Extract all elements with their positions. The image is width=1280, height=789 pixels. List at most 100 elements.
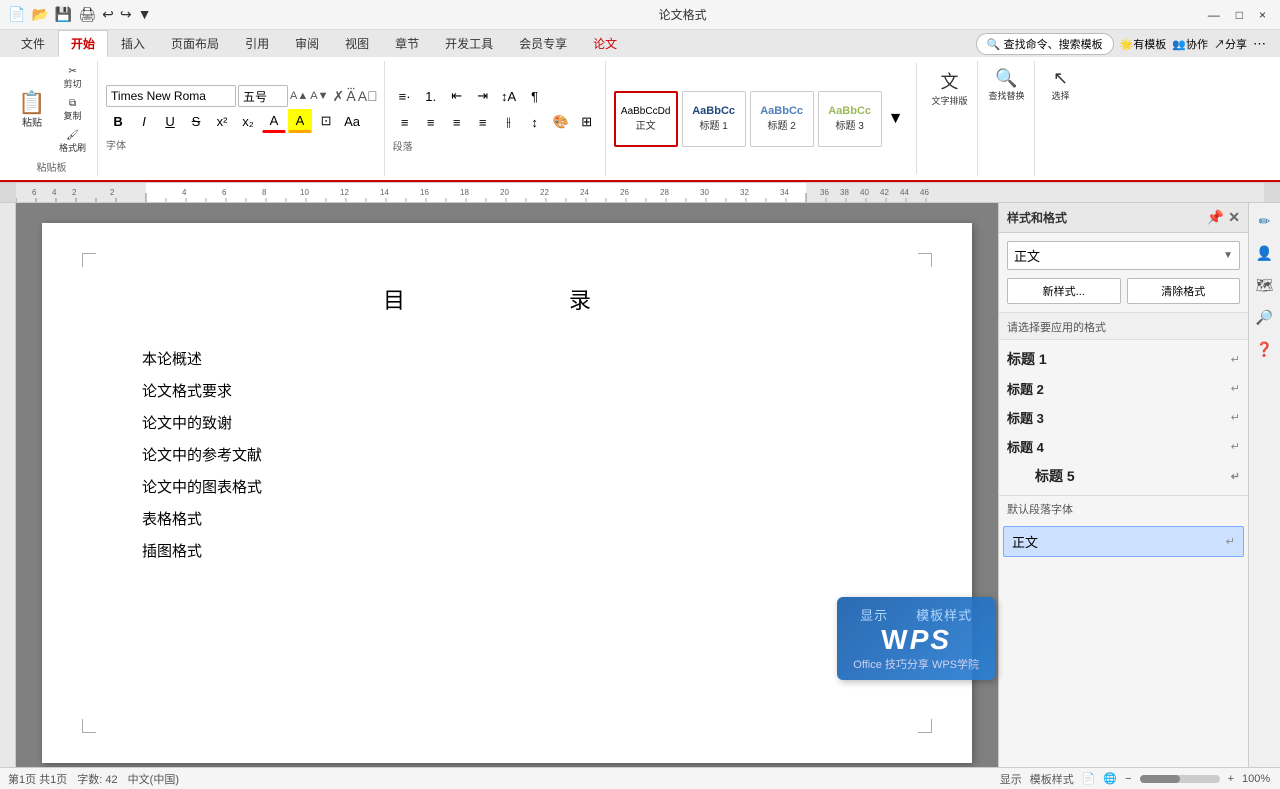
tab-file[interactable]: 文件 [8,30,58,57]
line-spacing-btn[interactable]: ↕ [523,110,547,134]
search-bar[interactable]: 🔍 查找命令、搜索模板 [976,33,1114,55]
align-center-btn[interactable]: ≡ [419,110,443,134]
superscript-button[interactable]: x² [210,109,234,133]
new-style-btn[interactable]: 新样式... [1007,278,1121,304]
print-icon[interactable]: 🖨 [78,6,96,23]
zoom-slider[interactable] [1140,775,1220,783]
right-icon-5[interactable]: ❓ [1251,335,1279,363]
style-swatch-h2[interactable]: AaBbCc 标题 2 [750,91,814,147]
bottom-right: 显示 模板样式 📄 🌐 − + 100% [1000,771,1272,787]
active-style-panel[interactable]: 正文 ↵ [1003,526,1244,557]
zoom-in-icon[interactable]: + [1228,773,1234,785]
clear-format-btn[interactable]: 清除格式 [1127,278,1241,304]
indent-decrease-btn[interactable]: ⇤ [445,84,469,108]
tab-insert[interactable]: 插入 [108,30,158,57]
select-btn[interactable]: ↖ 选择 [1041,65,1081,105]
close-btn[interactable]: × [1253,8,1272,22]
style-item-h5[interactable]: 标题 5 ↵ [999,461,1248,491]
close-panel-icon[interactable]: ✕ [1228,209,1240,226]
panel-header-icons[interactable]: 📌 ✕ [1207,209,1240,226]
current-style-dropdown[interactable]: 正文 ▼ [1007,241,1240,270]
bullet-list-btn[interactable]: ≡· [393,84,417,108]
more-styles-btn[interactable]: ▼ [886,108,906,130]
zoom-out-icon[interactable]: − [1125,773,1131,785]
format-painter-button[interactable]: 🖌 格式刷 [54,127,91,157]
right-icon-2[interactable]: 👤 [1251,239,1279,267]
window-controls[interactable]: — □ × [1202,8,1272,22]
more-options-icon[interactable]: ⋯ [1253,36,1266,52]
svg-text:4: 4 [52,188,57,197]
tab-references[interactable]: 引用 [232,30,282,57]
style-item-h1[interactable]: 标题 1 ↵ [999,344,1248,374]
new-doc-icon[interactable]: 📄 [8,6,25,23]
tab-chapter[interactable]: 章节 [382,30,432,57]
view-print-icon[interactable]: 📄 [1082,772,1096,785]
font-size-input[interactable] [238,85,288,107]
find-replace-btn[interactable]: 🔍 查找替换 [984,65,1030,105]
tab-vip[interactable]: 会员专享 [506,30,580,57]
pin-icon[interactable]: 📌 [1207,209,1224,226]
tab-home[interactable]: 开始 [58,30,108,57]
collab-icon[interactable]: 👥协作 [1172,36,1208,52]
clear-format-btn[interactable]: ✗ [332,88,344,105]
right-icon-sidebar: ✏ 👤 🗺 🔎 ❓ [1248,203,1280,767]
display-label[interactable]: 显示 [1000,771,1022,787]
maximize-btn[interactable]: □ [1230,8,1249,22]
style-item-h2[interactable]: 标题 2 ↵ [999,374,1248,403]
template-label[interactable]: 模板样式 [1030,771,1074,787]
copy-button[interactable]: ⧉ 复制 [54,95,91,125]
borders-btn[interactable]: ⊞ [575,110,599,134]
style-swatch-normal[interactable]: AaBbCcDd 正文 [614,91,678,147]
style-item-h4[interactable]: 标题 4 ↵ [999,432,1248,461]
more-icon[interactable]: ▼ [138,6,152,23]
right-icon-3[interactable]: 🗺 [1251,271,1279,299]
text-color-btn[interactable]: A [262,109,286,133]
highlight-btn[interactable]: A [288,109,312,133]
indent-increase-btn[interactable]: ⇥ [471,84,495,108]
font-grow-btn[interactable]: A▲ [290,90,308,102]
tab-dev[interactable]: 开发工具 [432,30,506,57]
font-effects-btn[interactable]: Aa [340,109,364,133]
font-name-input[interactable] [106,85,236,107]
quick-access-icons[interactable]: 📄 📂 💾 🖨 ↩ ↪ ▼ [8,6,151,23]
char-spacing-btn[interactable]: A⃝ [358,88,378,104]
column-break-btn[interactable]: ⫲ [497,110,521,134]
numbered-list-btn[interactable]: 1. [419,84,443,108]
chinese-layout-btn[interactable]: 文 文字排版 [926,65,972,110]
tab-paper[interactable]: 论文 [580,30,630,57]
undo-icon[interactable]: ↩ [102,6,114,23]
strikethrough-button[interactable]: S [184,109,208,133]
align-justify-btn[interactable]: ≡ [471,110,495,134]
italic-button[interactable]: I [132,109,156,133]
zoom-level[interactable]: 100% [1242,773,1272,785]
view-web-icon[interactable]: 🌐 [1103,772,1117,785]
style-swatch-h1[interactable]: AaBbCc 标题 1 [682,91,746,147]
style-item-h3[interactable]: 标题 3 ↵ [999,403,1248,432]
save-icon[interactable]: 💾 [55,6,72,23]
underline-button[interactable]: U [158,109,182,133]
align-right-btn[interactable]: ≡ [445,110,469,134]
bold-button[interactable]: B [106,109,130,133]
share-icon[interactable]: ↗分享 [1214,36,1247,52]
open-icon[interactable]: 📂 [31,6,48,23]
char-border-btn[interactable]: ⊡ [314,109,338,133]
right-icon-4[interactable]: 🔎 [1251,303,1279,331]
subscript-button[interactable]: x₂ [236,109,260,133]
pinyin-btn[interactable]: A⃛ [346,88,356,105]
align-left-btn[interactable]: ≡ [393,110,417,134]
tab-review[interactable]: 审阅 [282,30,332,57]
doc-area[interactable]: 目 录 本论概述 论文格式要求 论文中的致谢 论文中的参考文献 论文中的图表格式… [16,203,998,767]
tab-view[interactable]: 视图 [332,30,382,57]
paste-button[interactable]: 📋 粘贴 [12,89,52,132]
show-marks-btn[interactable]: ¶ [523,84,547,108]
style-item-h5-arrow: ↵ [1231,470,1240,483]
font-shrink-btn[interactable]: A▼ [310,90,328,102]
minimize-btn[interactable]: — [1202,8,1226,22]
cut-button[interactable]: ✂ 剪切 [54,63,91,93]
shading-btn[interactable]: 🎨 [549,110,573,134]
sort-btn[interactable]: ↕A [497,84,521,108]
redo-icon[interactable]: ↪ [120,6,132,23]
right-icon-1[interactable]: ✏ [1251,207,1279,235]
style-swatch-h3[interactable]: AaBbCc 标题 3 [818,91,882,147]
tab-page-layout[interactable]: 页面布局 [158,30,232,57]
